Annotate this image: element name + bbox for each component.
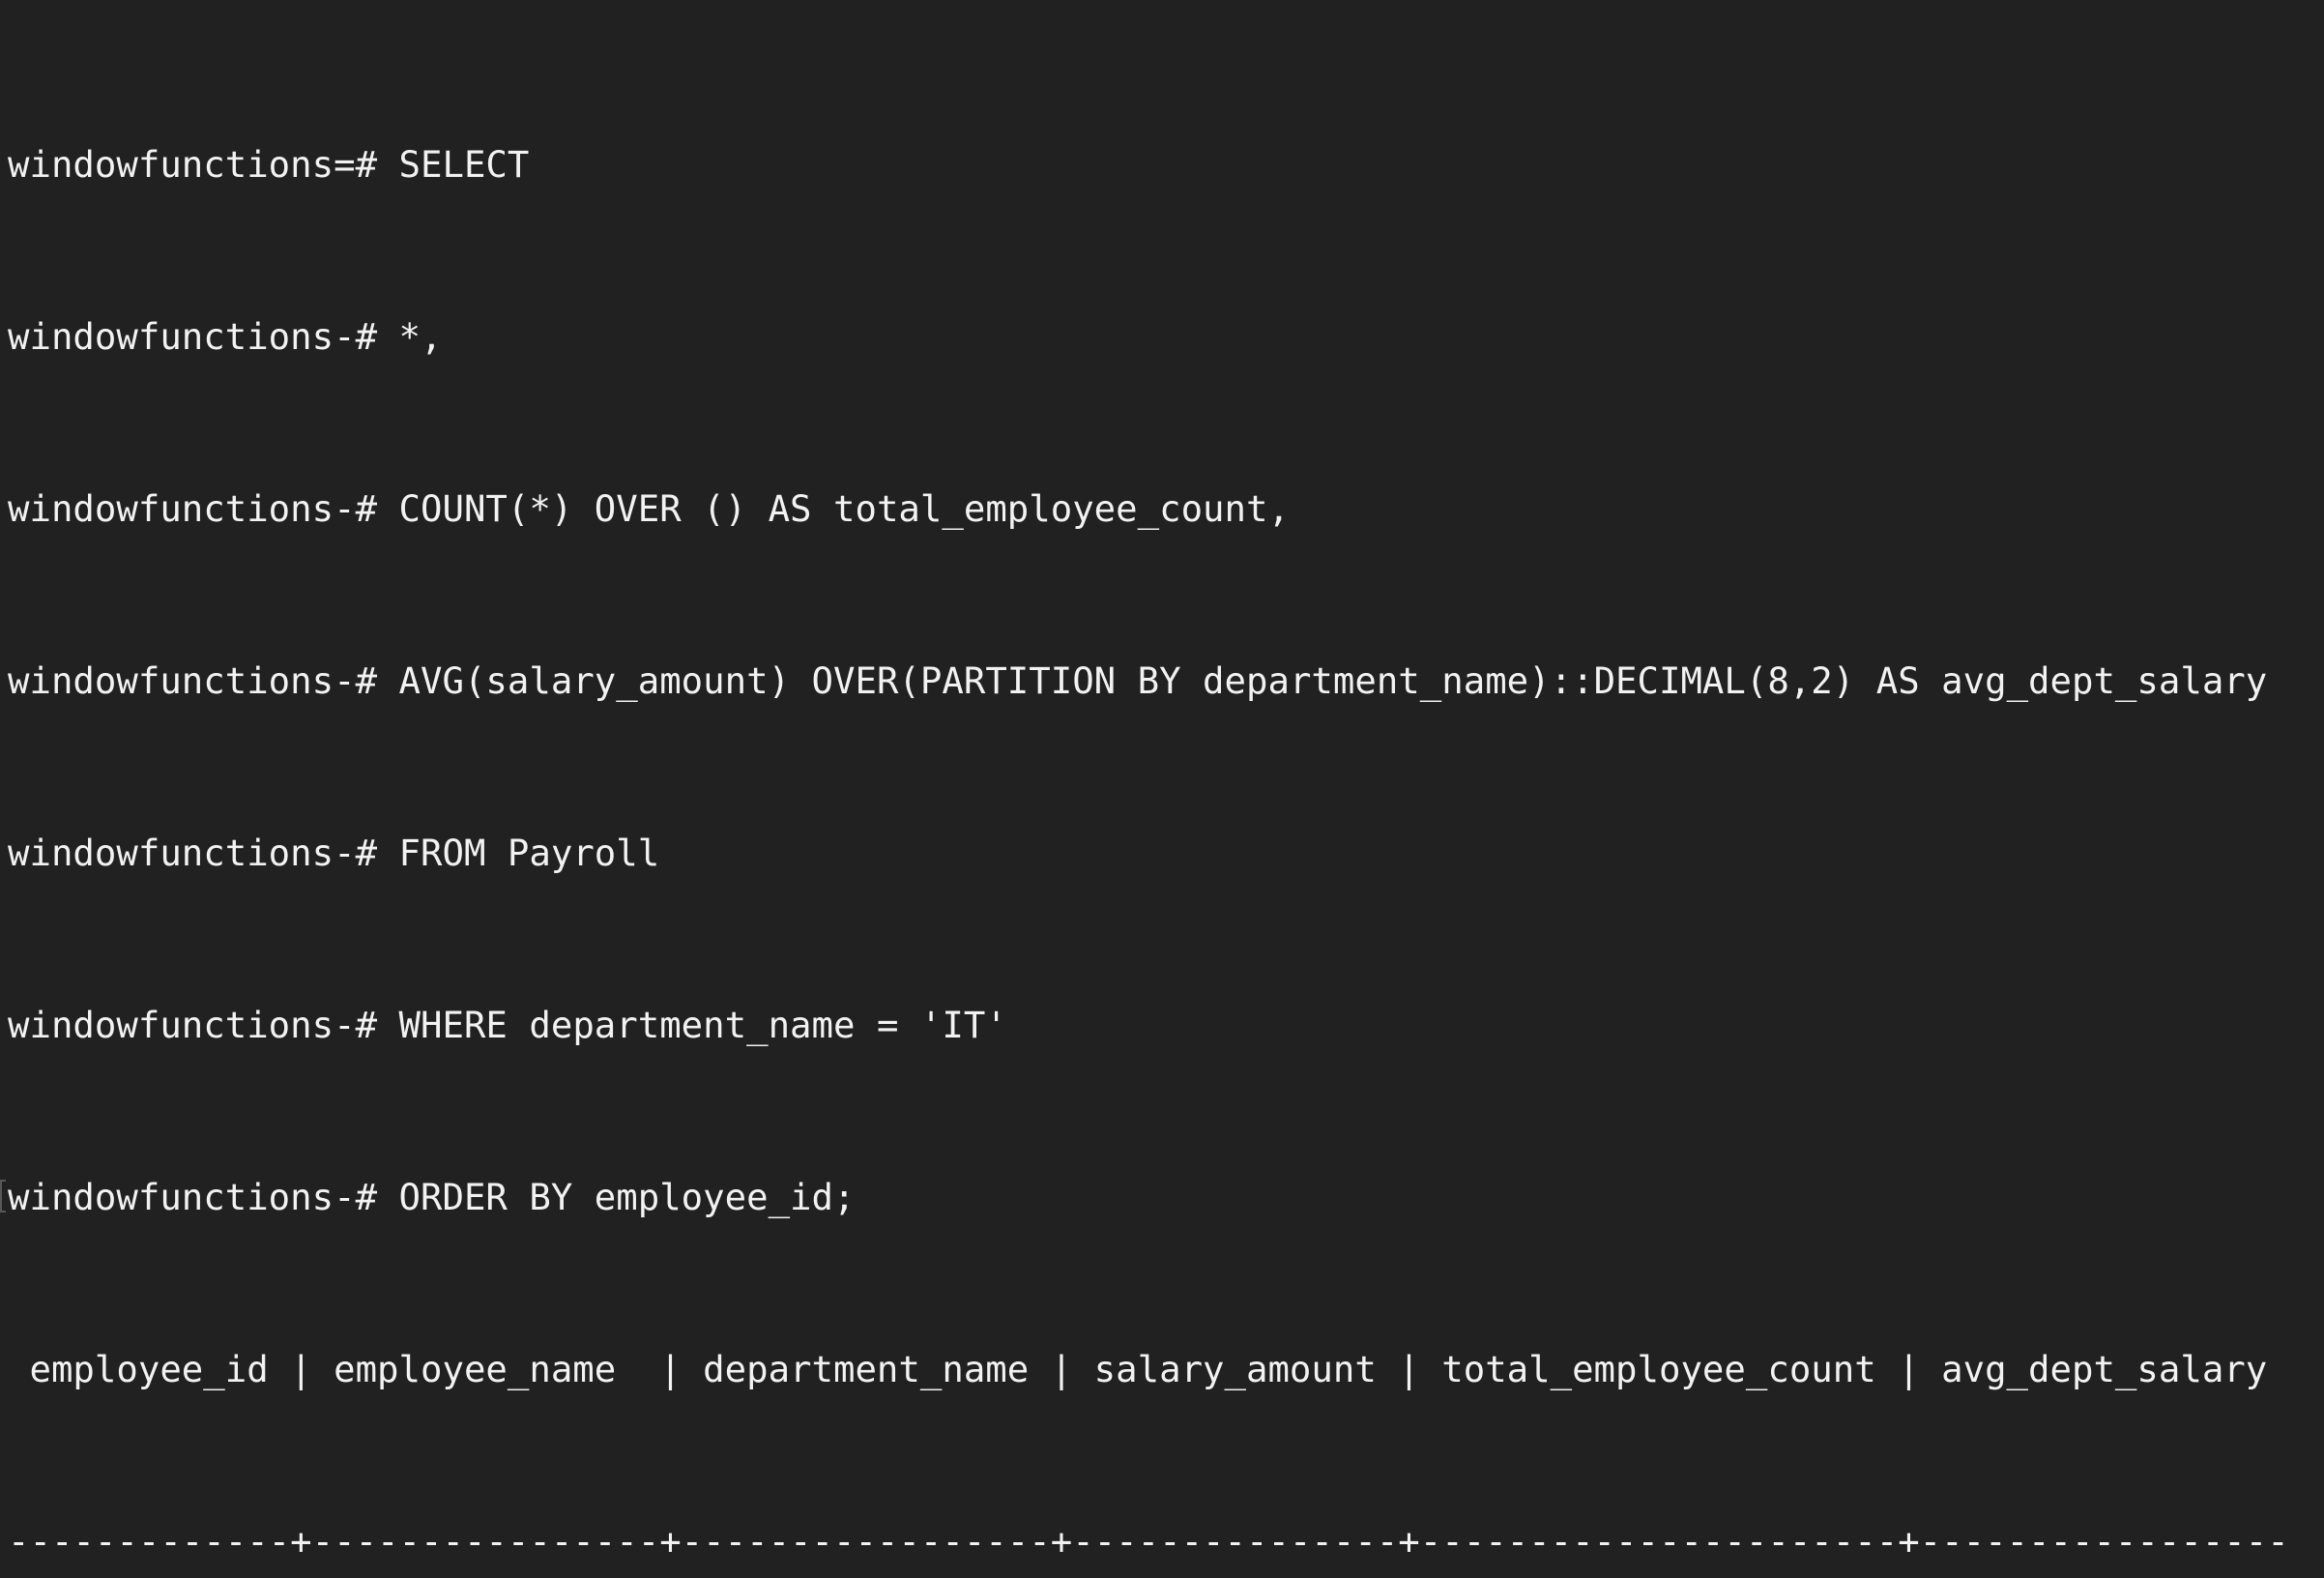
terminal-window[interactable]: windowfunctions=# SELECT windowfunctions…	[0, 0, 2324, 1563]
query-line-from: windowfunctions-# FROM Payroll	[8, 832, 2324, 875]
result-header-row: employee_id | employee_name | department…	[8, 1347, 2289, 1390]
query-line-orderby: windowfunctions-# ORDER BY employee_id;	[0, 1175, 2324, 1219]
psql-prompt: windowfunctions-#	[8, 1003, 399, 1046]
psql-prompt: windowfunctions=#	[8, 142, 399, 186]
psql-prompt: windowfunctions-#	[8, 831, 399, 874]
query-text: WHERE department_name = 'IT'	[398, 1003, 1007, 1046]
query-line-count: windowfunctions-# COUNT(*) OVER () AS to…	[8, 487, 2324, 531]
query-text: COUNT(*) OVER () AS total_employee_count…	[398, 486, 1290, 530]
psql-prompt: windowfunctions-#	[8, 486, 399, 530]
query-line-where: windowfunctions-# WHERE department_name …	[8, 1004, 2324, 1047]
query-text: ORDER BY employee_id;	[398, 1175, 856, 1218]
query-line-star: windowfunctions-# *,	[8, 315, 2324, 359]
psql-prompt: windowfunctions-#	[8, 314, 399, 358]
result-separator-row: -------------+----------------+---------…	[8, 1519, 2289, 1563]
query-text: SELECT	[398, 142, 530, 186]
query-text: *,	[398, 314, 443, 358]
query-line-avg: windowfunctions-# AVG(salary_amount) OVE…	[8, 659, 2324, 703]
query-text: AVG(salary_amount) OVER(PARTITION BY dep…	[398, 658, 2268, 702]
psql-prompt: windowfunctions-#	[8, 658, 399, 702]
query-line-select: windowfunctions=# SELECT	[8, 143, 2324, 187]
query-text: FROM Payroll	[398, 831, 660, 874]
psql-prompt: windowfunctions-#	[8, 1175, 399, 1218]
